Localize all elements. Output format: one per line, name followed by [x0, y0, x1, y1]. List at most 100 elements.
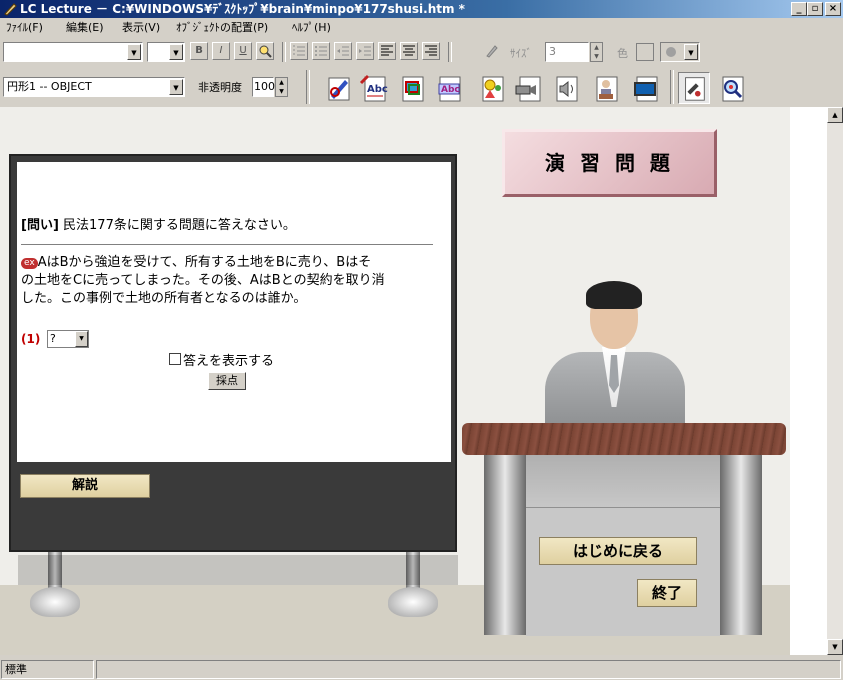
text-tool-button[interactable]: Abc	[358, 72, 390, 104]
chevron-down-icon[interactable]: ▼	[169, 44, 183, 60]
menu-view[interactable]: 表示(V)	[122, 18, 160, 37]
preview-button[interactable]	[716, 72, 748, 104]
object-select-value: 円形1 -- OBJECT	[7, 80, 92, 93]
numbered-list-icon	[293, 45, 305, 56]
podium-leg-right	[720, 455, 762, 635]
menu-file[interactable]: ﾌｧｲﾙ(F)	[6, 18, 43, 37]
board-shadow	[18, 555, 458, 585]
align-center-icon	[403, 45, 415, 56]
restore-button[interactable]: ▫	[807, 2, 823, 16]
case-line-3: した。この事例で土地の所有者となるのは誰か。	[21, 291, 307, 306]
size-input[interactable]: 3	[545, 42, 589, 62]
video-camera-icon	[515, 76, 541, 102]
show-answer-label: 答えを表示する	[183, 354, 275, 369]
shape-select[interactable]: ▼	[660, 42, 700, 62]
font-size-select[interactable]: ▼	[147, 42, 185, 62]
outdent-icon	[337, 46, 349, 56]
edit-mode-button[interactable]	[678, 72, 710, 104]
podium-panel	[526, 507, 720, 636]
pen-button[interactable]	[483, 42, 501, 60]
chevron-down-icon[interactable]: ▼	[75, 331, 88, 347]
svg-text:Abc: Abc	[367, 84, 388, 95]
podium-top	[462, 423, 786, 455]
vertical-scrollbar[interactable]: ▲ ▼	[827, 107, 843, 655]
board-foot-left	[30, 587, 80, 617]
character-tool-button[interactable]	[476, 72, 508, 104]
case-text: ex AはBから強迫を受けて、所有する土地をBに売り、Bはそ の土地をCに売ってし…	[21, 254, 385, 308]
close-button[interactable]: ×	[825, 2, 841, 16]
numbered-list-button[interactable]	[290, 42, 308, 60]
magnifier-icon	[259, 45, 272, 58]
question-panel: [問い] 民法177条に関する問題に答えなさい。 ex AはBから強迫を受けて、所…	[17, 162, 451, 462]
size-label: ｻｲｽﾞ	[510, 47, 532, 60]
opacity-value: 100	[254, 80, 275, 93]
abc-box-icon: Abc	[438, 76, 461, 102]
menu-object-layout[interactable]: ｵﾌﾞｼﾞｪｸﾄの配置(P)	[176, 18, 268, 37]
video-tool-button[interactable]	[513, 72, 545, 104]
textbox-tool-button[interactable]: Abc	[433, 72, 465, 104]
align-left-button[interactable]	[378, 42, 396, 60]
window-tool-button[interactable]	[630, 72, 662, 104]
object-toolbar: 円形1 -- OBJECT ▼ 非透明度 100 ▲ ▼ Abc Abc	[0, 68, 843, 106]
toolbar-separator	[306, 70, 310, 104]
grade-button[interactable]: 採点	[208, 372, 246, 390]
chevron-down-icon[interactable]: ▼	[169, 79, 183, 95]
image-tool-button[interactable]	[396, 72, 428, 104]
circle-icon	[666, 47, 676, 57]
toolbar-separator	[448, 42, 452, 62]
font-name-select[interactable]: ▼	[3, 42, 143, 62]
title-bar: LC Lecture － C:¥WINDOWS¥ﾃﾞｽｸﾄｯﾌﾟ¥brain¥m…	[0, 0, 843, 18]
explanation-button[interactable]: 解説	[20, 474, 150, 498]
question-label: [問い]	[21, 218, 59, 233]
preview-magnifier-icon	[722, 76, 744, 102]
lecturer-tool-button[interactable]	[590, 72, 622, 104]
window-title: LC Lecture － C:¥WINDOWS¥ﾃﾞｽｸﾄｯﾌﾟ¥brain¥m…	[20, 2, 465, 16]
decrease-indent-button[interactable]	[334, 42, 352, 60]
back-to-start-button[interactable]: はじめに戻る	[539, 537, 697, 565]
edit-pointer-icon	[685, 77, 705, 101]
underline-button[interactable]: U	[234, 42, 252, 60]
document-area: [問い] 民法177条に関する問題に答えなさい。 ex AはBから強迫を受けて、所…	[0, 107, 827, 655]
increase-indent-button[interactable]	[356, 42, 374, 60]
toolbar-separator	[282, 42, 286, 62]
pen-icon	[486, 45, 498, 58]
italic-button[interactable]: I	[212, 42, 230, 60]
menu-edit[interactable]: 編集(E)	[66, 18, 104, 37]
status-text: 標準	[5, 663, 27, 676]
lecturer-hair	[586, 281, 642, 309]
show-answer-checkbox[interactable]	[169, 353, 181, 365]
align-center-button[interactable]	[400, 42, 418, 60]
scroll-up-icon[interactable]: ▲	[827, 107, 843, 123]
exit-button[interactable]: 終了	[637, 579, 697, 607]
opacity-input[interactable]: 100	[252, 77, 275, 97]
app-icon	[4, 3, 17, 16]
sound-tool-button[interactable]	[550, 72, 582, 104]
minimize-button[interactable]: _	[791, 2, 807, 16]
menu-bar: ﾌｧｲﾙ(F) 編集(E) 表示(V) ｵﾌﾞｼﾞｪｸﾄの配置(P) ﾍﾙﾌﾟ(…	[0, 18, 843, 37]
scroll-down-icon[interactable]: ▼	[827, 639, 843, 655]
divider	[21, 244, 433, 245]
menu-help[interactable]: ﾍﾙﾌﾟ(H)	[292, 18, 331, 37]
indent-icon	[359, 46, 371, 56]
podium-leg-left	[484, 455, 526, 635]
chevron-down-icon[interactable]: ▼	[127, 44, 141, 60]
toolbar-separator	[670, 70, 674, 104]
case-line-2: の土地をCに売ってしまった。その後、AはBとの契約を取り消	[21, 273, 385, 288]
bulleted-list-icon	[315, 46, 327, 56]
opacity-spinner[interactable]: ▲ ▼	[275, 77, 288, 97]
status-panel-2	[96, 660, 841, 679]
size-spinner[interactable]: ▲ ▼	[590, 42, 603, 62]
lecture-stage: [問い] 民法177条に関する問題に答えなさい。 ex AはBから強迫を受けて、所…	[0, 107, 790, 655]
find-button[interactable]	[256, 42, 274, 60]
answer-value: ?	[50, 332, 56, 345]
align-right-button[interactable]	[422, 42, 440, 60]
abc-text-icon: Abc	[359, 74, 388, 102]
chevron-down-icon[interactable]: ▼	[684, 44, 698, 60]
bulleted-list-button[interactable]	[312, 42, 330, 60]
answer-select[interactable]: ? ▼	[47, 330, 89, 348]
bold-button[interactable]: B	[190, 42, 208, 60]
draw-tool-button[interactable]	[323, 72, 355, 104]
color-swatch[interactable]	[636, 43, 654, 61]
object-select[interactable]: 円形1 -- OBJECT ▼	[3, 77, 185, 97]
speaker-icon	[556, 76, 578, 102]
